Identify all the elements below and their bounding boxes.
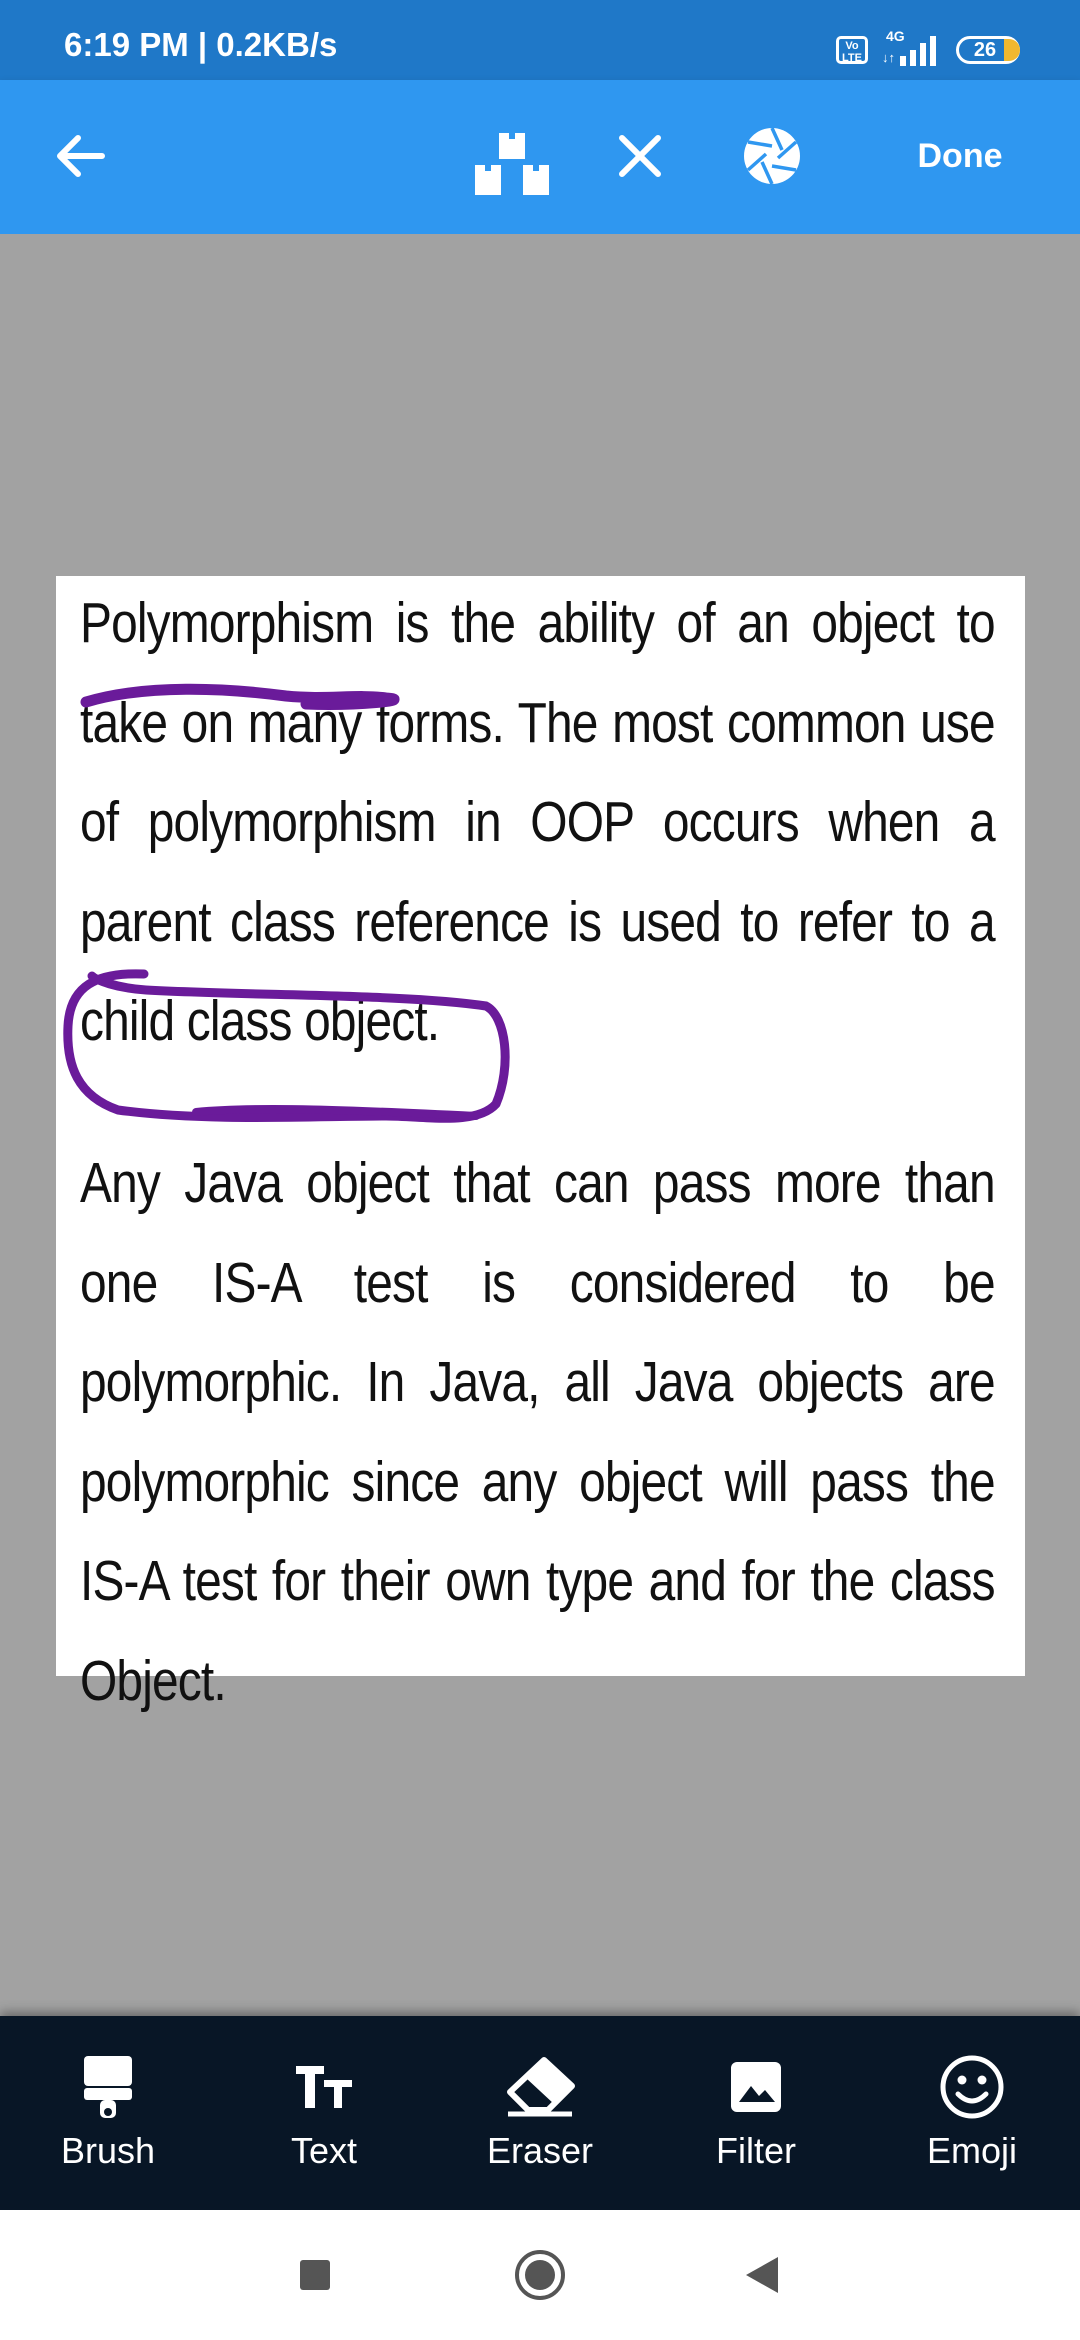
- nav-back-button[interactable]: [732, 2245, 792, 2305]
- emoji-icon: [940, 2055, 1004, 2119]
- close-icon: [619, 135, 661, 177]
- back-triangle-icon: [746, 2257, 778, 2293]
- tool-label: Text: [290, 2130, 358, 2171]
- editor-canvas[interactable]: Polymorphism is the ability of an object…: [0, 234, 1080, 2016]
- image-filter-icon: [731, 2062, 781, 2112]
- aperture-icon: [744, 127, 800, 185]
- battery-icon: 26: [956, 36, 1020, 64]
- system-nav-bar: [0, 2210, 1080, 2340]
- tool-eraser[interactable]: Eraser: [432, 2016, 648, 2210]
- document-paragraph-2: Any Java object that can pass more than …: [80, 1151, 996, 1713]
- text-icon: [296, 2066, 352, 2108]
- tool-label: Eraser: [486, 2130, 594, 2171]
- document-paragraph-1: Polymorphism is the ability of an object…: [80, 591, 996, 1053]
- tool-filter[interactable]: Filter: [648, 2016, 864, 2210]
- close-button[interactable]: [600, 116, 680, 196]
- status-icons: Vo LTE 4G ↓↑ 26: [836, 28, 1020, 70]
- tools-bar: Brush Text Eraser Filter Emoji: [0, 2016, 1080, 2210]
- status-time: 6:19 PM | 0.2KB/s: [64, 26, 338, 63]
- document-image: Polymorphism is the ability of an object…: [56, 576, 1025, 1713]
- tool-brush[interactable]: Brush: [0, 2016, 216, 2210]
- status-bar: 6:19 PM | 0.2KB/s Vo LTE 4G ↓↑ 26: [0, 0, 1080, 80]
- editor-toolbar: Done: [0, 80, 1080, 234]
- shutter-button[interactable]: [732, 116, 812, 196]
- signal-icon: 4G ↓↑: [880, 28, 944, 68]
- tool-label: Filter: [716, 2130, 796, 2171]
- home-button[interactable]: [510, 2245, 570, 2305]
- tool-emoji[interactable]: Emoji: [864, 2016, 1080, 2210]
- home-circle-icon: [515, 2250, 565, 2300]
- recents-square-icon: [300, 2260, 330, 2290]
- crop-blocks-icon: [475, 133, 549, 195]
- tool-label: Brush: [60, 2130, 156, 2171]
- arrow-left-icon: [57, 135, 105, 177]
- eraser-icon: [507, 2057, 575, 2117]
- recents-button[interactable]: [285, 2245, 345, 2305]
- done-button[interactable]: Done: [890, 116, 1030, 196]
- battery-level: 26: [973, 39, 997, 61]
- tool-text[interactable]: Text: [216, 2016, 432, 2210]
- volte-icon: Vo LTE: [836, 36, 868, 64]
- back-button[interactable]: [40, 116, 120, 196]
- tool-label: Emoji: [926, 2130, 1018, 2171]
- brush-icon: [84, 2056, 132, 2118]
- crop-button[interactable]: [470, 124, 554, 204]
